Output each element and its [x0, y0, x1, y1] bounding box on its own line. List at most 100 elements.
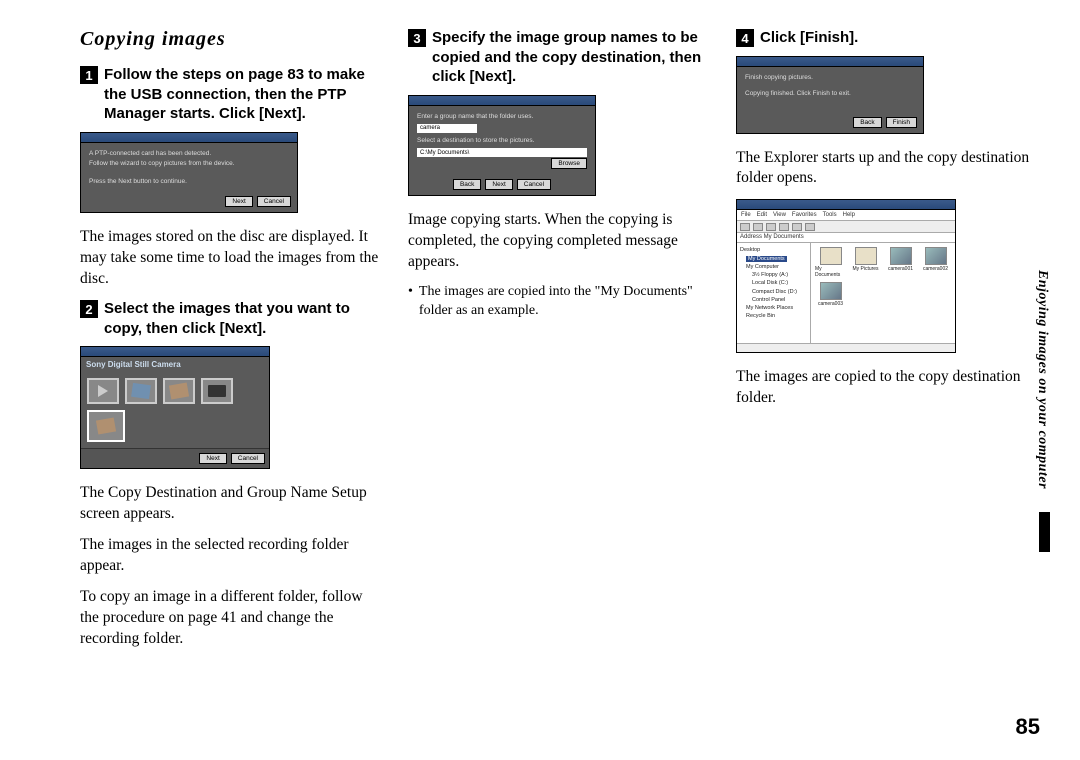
explorer-statusbar [737, 343, 955, 352]
page-title: Copying images [80, 28, 380, 51]
next-button[interactable]: Next [199, 453, 226, 464]
dialog-titlebar [409, 96, 595, 106]
folder-icon [820, 247, 842, 265]
folder-item[interactable]: My Documents [815, 247, 846, 278]
image-icon [820, 282, 842, 300]
thumbnail-item-selected[interactable] [87, 410, 125, 442]
tree-item[interactable]: Desktop [740, 246, 807, 254]
tree-item[interactable]: 3½ Floppy (A:) [740, 271, 807, 279]
menu-help[interactable]: Help [843, 212, 855, 218]
tree-item[interactable]: My Computer [740, 263, 807, 271]
column-1: Copying images 1 Follow the steps on pag… [80, 28, 380, 660]
step-2-text: Select the images that you want to copy,… [104, 299, 380, 338]
destination-path-field[interactable]: C:\My Documents\ [417, 148, 587, 157]
step-2-description-a: The Copy Destination and Group Name Setu… [80, 483, 380, 525]
step-1-text: Follow the steps on page 83 to make the … [104, 65, 380, 124]
explorer-tree-pane[interactable]: Desktop My Documents My Computer 3½ Flop… [737, 243, 811, 343]
dialog-label: Select a destination to store the pictur… [417, 136, 587, 146]
image-icon [925, 247, 947, 265]
column-2: 3 Specify the image group names to be co… [408, 28, 708, 660]
next-button[interactable]: Next [485, 179, 512, 190]
dialog-body: Enter a group name that the folder uses.… [409, 106, 595, 176]
step-2-description-c: To copy an image in a different folder, … [80, 587, 380, 650]
file-item[interactable]: camera002 [920, 247, 951, 278]
tree-item[interactable]: Compact Disc (D:) [740, 288, 807, 296]
toolbar-button-icon[interactable] [779, 223, 789, 231]
dialog-text: Finish copying pictures. [745, 73, 915, 83]
toolbar-button-icon[interactable] [740, 223, 750, 231]
back-button[interactable]: Back [853, 117, 881, 128]
explorer-address-bar[interactable]: Address My Documents [737, 233, 955, 243]
menu-file[interactable]: File [741, 212, 751, 218]
thumbnail-icon [208, 385, 226, 397]
cancel-button[interactable]: Cancel [231, 453, 265, 464]
step-4-text: Click [Finish]. [760, 28, 858, 48]
file-label: camera001 [888, 266, 913, 272]
step-3-number-icon: 3 [408, 29, 426, 47]
step-1-number-icon: 1 [80, 66, 98, 84]
screenshot-explorer-window: File Edit View Favorites Tools Help Addr… [736, 199, 956, 353]
toolbar-button-icon[interactable] [792, 223, 802, 231]
dialog-text: Press the Next button to continue. [89, 177, 289, 187]
dialog-text: Follow the wizard to copy pictures from … [89, 159, 289, 169]
dialog-text: A PTP-connected card has been detected. [89, 149, 289, 159]
toolbar-button-icon[interactable] [753, 223, 763, 231]
explorer-titlebar [737, 200, 955, 210]
folder-label: My Documents [815, 266, 846, 278]
back-button[interactable]: Back [453, 179, 481, 190]
explorer-file-pane[interactable]: My Documents My Pictures camera001 camer… [811, 243, 955, 343]
browse-button[interactable]: Browse [551, 158, 587, 169]
toolbar-button-icon[interactable] [766, 223, 776, 231]
folder-icon [855, 247, 877, 265]
step-3: 3 Specify the image group names to be co… [408, 28, 708, 87]
dialog-titlebar [737, 57, 923, 67]
side-tab-marker-icon [1039, 512, 1050, 552]
cancel-button[interactable]: Cancel [517, 179, 551, 190]
tree-item[interactable]: Control Panel [740, 296, 807, 304]
thumbnail-icon [131, 383, 151, 399]
toolbar-button-icon[interactable] [805, 223, 815, 231]
menu-edit[interactable]: Edit [757, 212, 767, 218]
step-4-number-icon: 4 [736, 29, 754, 47]
menu-tools[interactable]: Tools [823, 212, 837, 218]
file-label: camera003 [818, 301, 843, 307]
step-2-number-icon: 2 [80, 300, 98, 318]
folder-label: My Pictures [852, 266, 878, 272]
menu-view[interactable]: View [773, 212, 786, 218]
explorer-toolbar [737, 221, 955, 233]
dialog-button-row: Back Next Cancel [409, 175, 595, 195]
step-3-text: Specify the image group names to be copi… [432, 28, 708, 87]
tree-item[interactable]: Recycle Bin [740, 312, 807, 320]
finish-button[interactable]: Finish [886, 117, 917, 128]
step-1-description: The images stored on the disc are displa… [80, 227, 380, 290]
file-item[interactable]: camera001 [885, 247, 916, 278]
thumbnail-item[interactable] [87, 378, 119, 404]
thumbnail-icon [96, 418, 116, 435]
image-icon [890, 247, 912, 265]
tree-item[interactable]: My Network Places [740, 304, 807, 312]
step-4-description-page-b: The images are copied to the copy destin… [736, 367, 1036, 409]
group-name-field[interactable]: camera [417, 124, 477, 133]
dialog-button-row: Next Cancel [81, 448, 269, 468]
step-3-note: • The images are copied into the "My Doc… [408, 283, 708, 321]
step-4-description-a: The Explorer starts up and the copy dest… [736, 148, 1036, 190]
explorer-menubar: File Edit View Favorites Tools Help [737, 210, 955, 221]
menu-favorites[interactable]: Favorites [792, 212, 817, 218]
screenshot-finish-dialog: Finish copying pictures. Copying finishe… [736, 56, 924, 134]
cancel-button[interactable]: Cancel [257, 196, 291, 207]
next-button[interactable]: Next [225, 196, 252, 207]
dialog-body: Finish copying pictures. Copying finishe… [737, 67, 923, 113]
step-3-note-text: The images are copied into the "My Docum… [419, 283, 708, 321]
tree-item-selected[interactable]: My Documents [746, 256, 787, 262]
file-item[interactable]: camera003 [815, 282, 846, 307]
step-1: 1 Follow the steps on page 83 to make th… [80, 65, 380, 124]
thumbnail-item[interactable] [163, 378, 195, 404]
thumbnail-item[interactable] [201, 378, 233, 404]
dialog-titlebar [81, 133, 297, 143]
folder-item[interactable]: My Pictures [850, 247, 881, 278]
dialog-text: Copying finished. Click Finish to exit. [745, 89, 915, 99]
thumbnail-item[interactable] [125, 378, 157, 404]
tree-item[interactable]: Local Disk (C:) [740, 279, 807, 287]
thumbnail-icon [98, 385, 108, 397]
step-3-description: Image copying starts. When the copying i… [408, 210, 708, 273]
